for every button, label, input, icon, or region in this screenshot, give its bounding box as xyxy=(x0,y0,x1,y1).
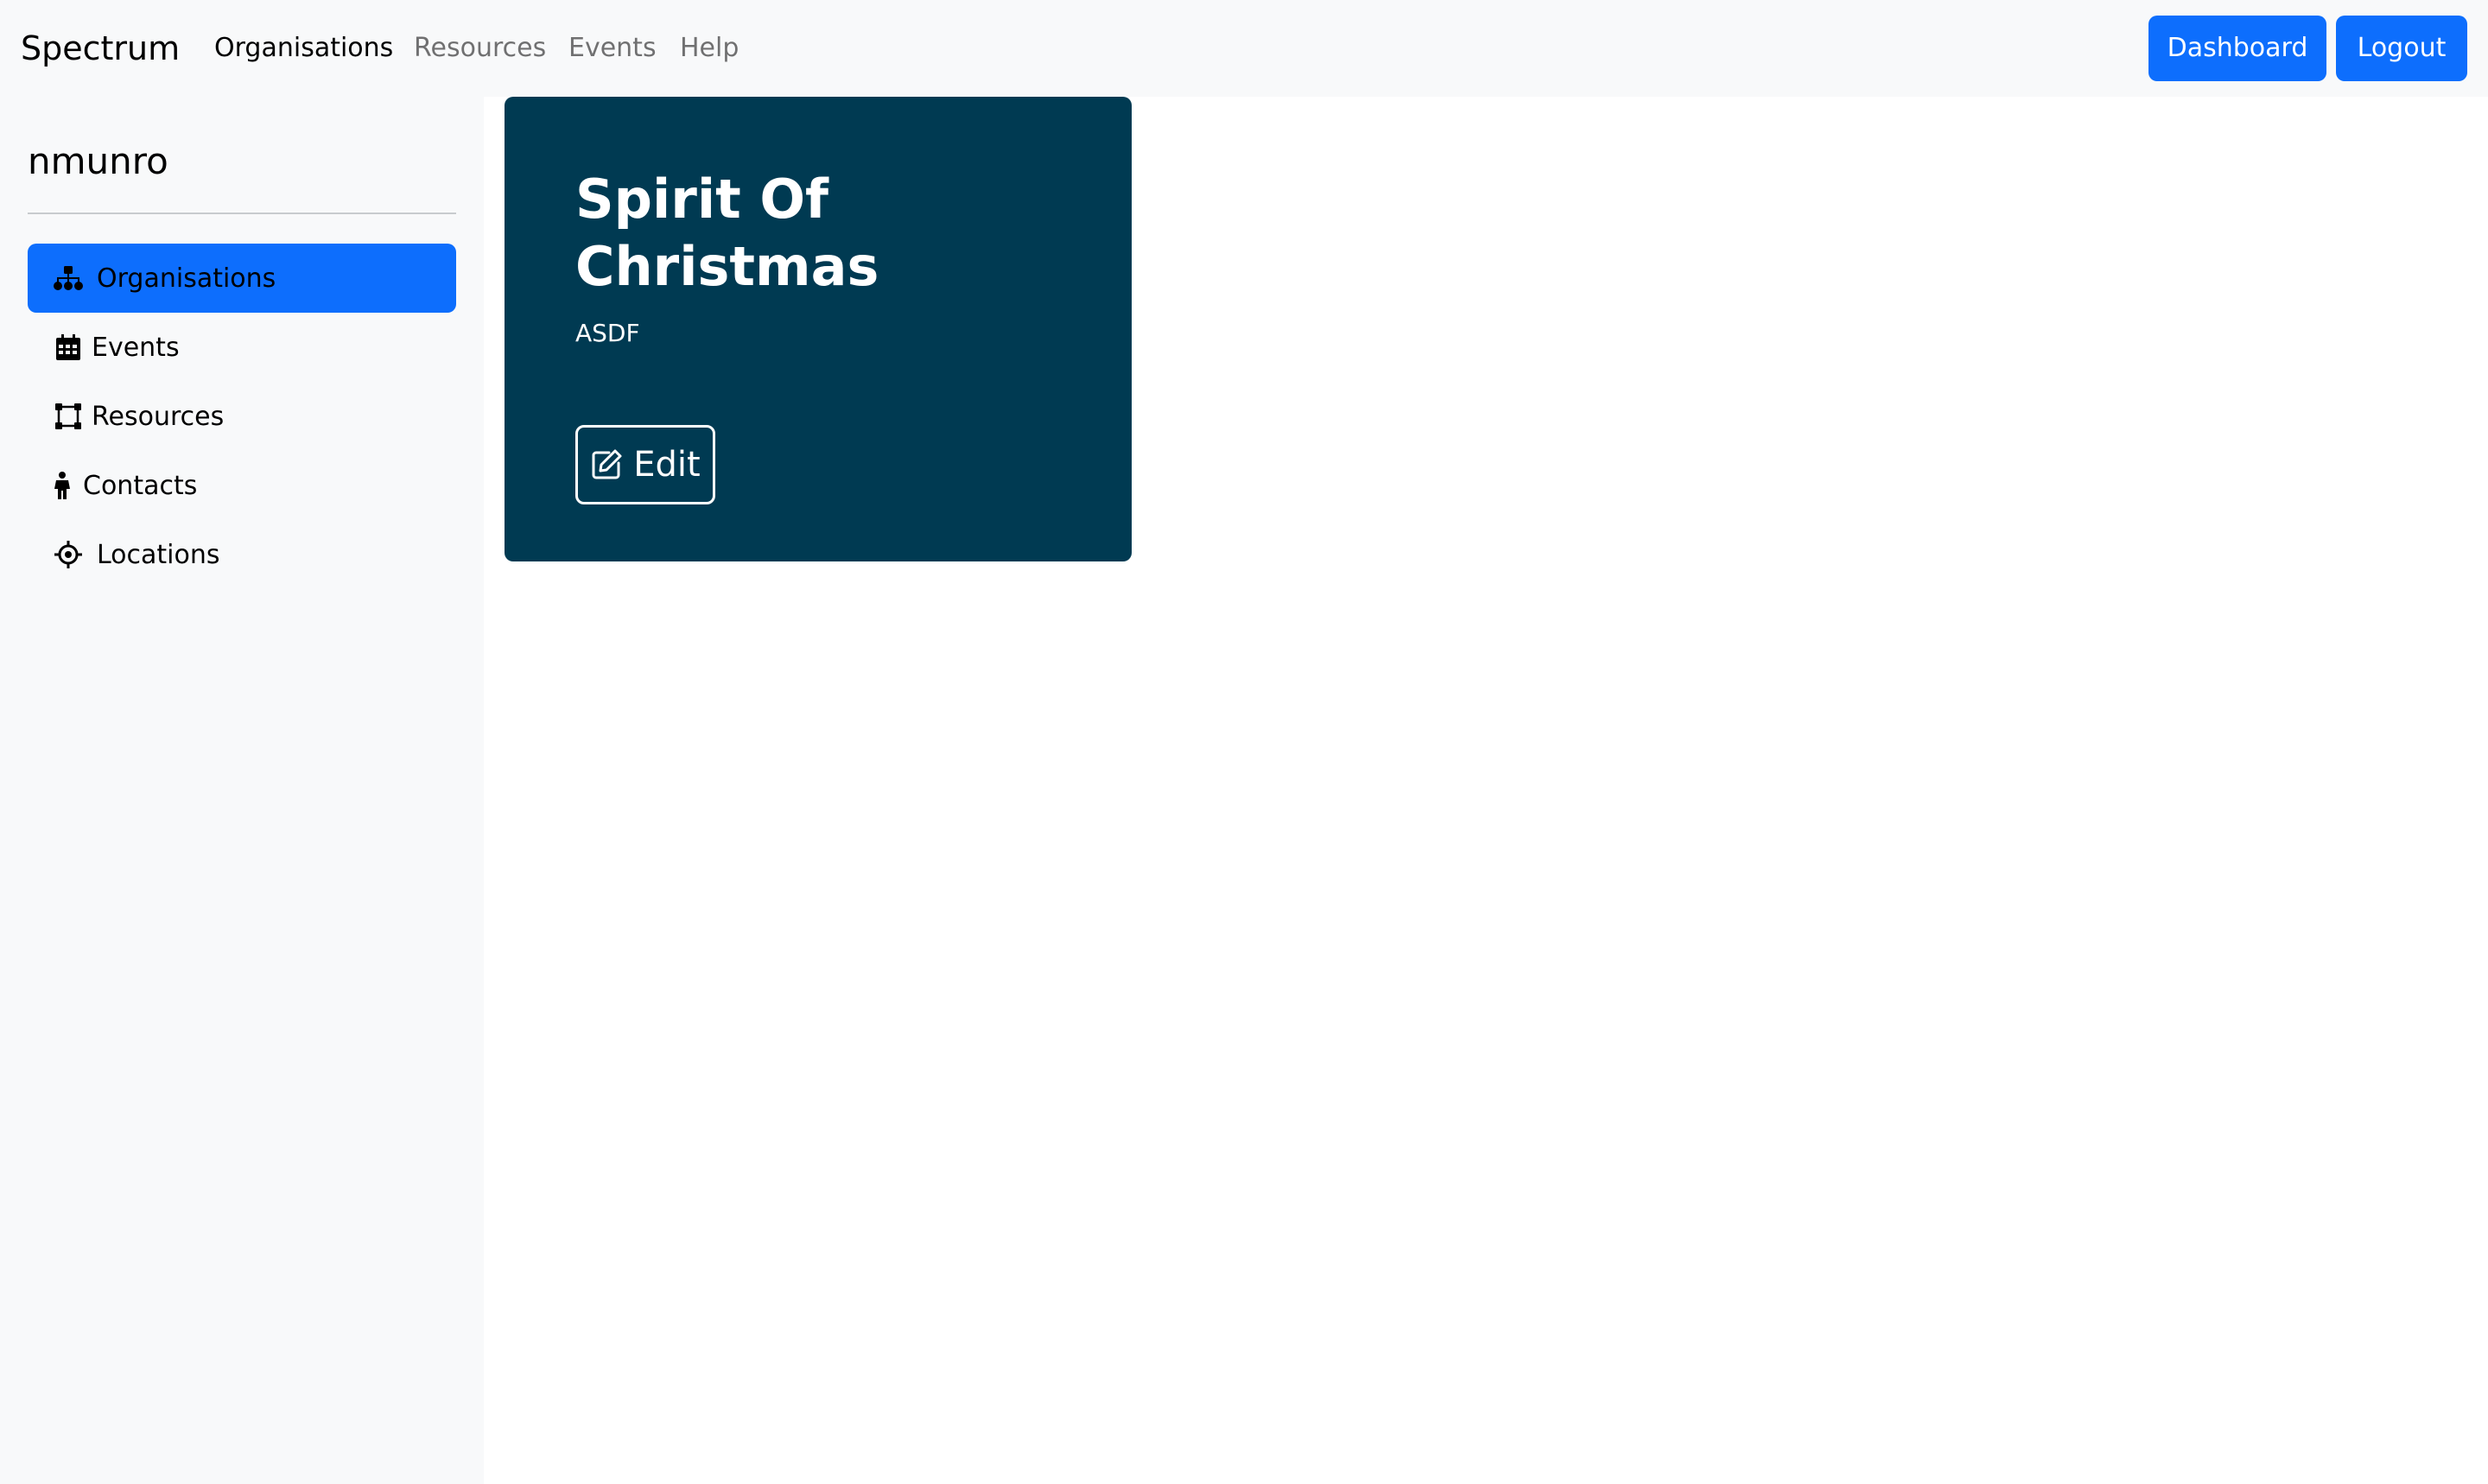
username: nmunro xyxy=(28,140,168,182)
organisation-card: Spirit Of Christmas ASDF Edit xyxy=(505,97,1132,561)
edit-icon xyxy=(590,448,623,481)
top-navbar: Spectrum Organisations Resources Events … xyxy=(0,0,2488,97)
dashboard-button[interactable]: Dashboard xyxy=(2148,16,2326,81)
sidebar-item-contacts[interactable]: Contacts xyxy=(28,451,456,520)
edit-label: Edit xyxy=(633,445,701,485)
sidebar-item-resources[interactable]: Resources xyxy=(28,382,456,451)
nav-link-organisations[interactable]: Organisations xyxy=(214,31,393,66)
sidebar-item-locations[interactable]: Locations xyxy=(28,520,456,589)
person-icon xyxy=(54,471,71,500)
sidebar-item-label: Resources xyxy=(92,401,225,432)
nav-link-resources[interactable]: Resources xyxy=(414,31,546,66)
sidebar-item-events[interactable]: Events xyxy=(28,313,456,382)
sitemap-icon xyxy=(54,263,83,293)
logout-button[interactable]: Logout xyxy=(2336,16,2467,81)
sidebar-item-organisations[interactable]: Organisations xyxy=(28,244,456,313)
nav-link-help[interactable]: Help xyxy=(680,31,739,66)
sidebar-item-label: Organisations xyxy=(97,263,276,294)
calendar-icon xyxy=(54,333,83,362)
vector-square-icon xyxy=(54,402,83,431)
nav-link-events[interactable]: Events xyxy=(568,31,657,66)
sidebar-item-label: Events xyxy=(92,332,180,363)
crosshairs-icon xyxy=(54,540,83,569)
organisation-description: ASDF xyxy=(575,319,640,347)
sidebar-item-label: Contacts xyxy=(83,470,198,501)
sidebar: nmunro Organisations Events Resources Co… xyxy=(0,97,484,1484)
sidebar-item-label: Locations xyxy=(97,539,220,570)
edit-button[interactable]: Edit xyxy=(575,425,715,504)
organisation-title: Spirit Of Christmas xyxy=(575,168,879,298)
sidebar-divider xyxy=(28,212,456,214)
brand-logo[interactable]: Spectrum xyxy=(21,29,180,67)
